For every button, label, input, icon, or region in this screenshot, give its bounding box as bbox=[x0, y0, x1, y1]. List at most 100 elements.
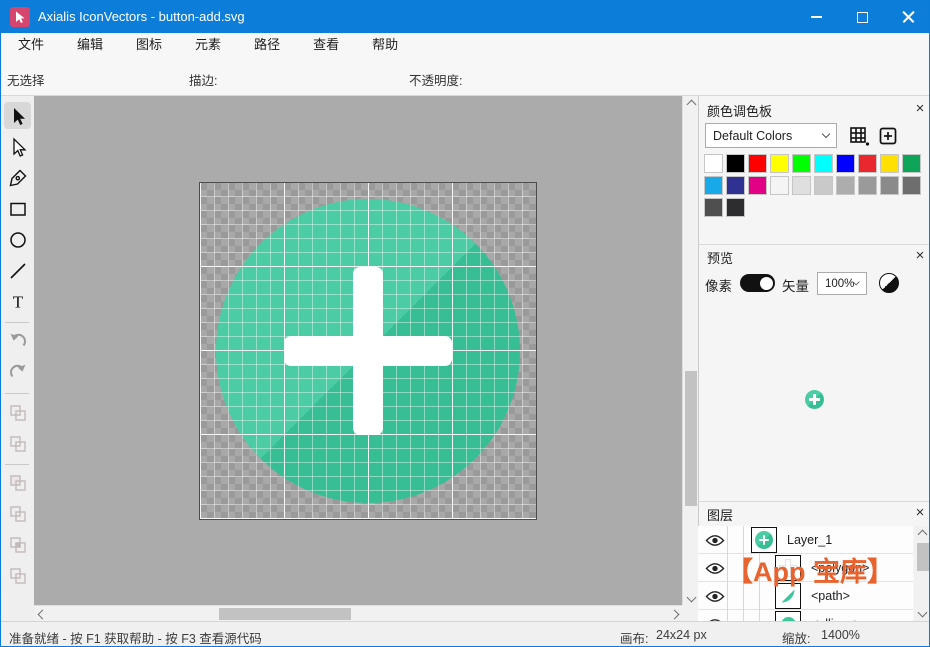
palette-grid-button[interactable] bbox=[848, 125, 870, 150]
scroll-up-icon[interactable] bbox=[683, 96, 699, 112]
direct-select-tool-button[interactable] bbox=[4, 133, 31, 160]
menu-file[interactable]: 文件 bbox=[1, 33, 60, 57]
intersect-icon bbox=[8, 535, 28, 555]
union-icon bbox=[8, 473, 28, 493]
color-swatch[interactable] bbox=[902, 176, 921, 195]
preview-zoom-dropdown[interactable]: 100% bbox=[817, 272, 867, 295]
path-thumb-icon bbox=[780, 588, 796, 604]
ellipse-tool-button[interactable] bbox=[4, 226, 31, 253]
color-swatch[interactable] bbox=[726, 176, 745, 195]
layer-row-path[interactable]: <path> bbox=[698, 582, 913, 610]
palette-close-icon[interactable]: × bbox=[912, 101, 928, 117]
app-window: Axialis IconVectors - button-add.svg 文件 … bbox=[0, 0, 930, 647]
layer-name[interactable]: <path> bbox=[811, 589, 850, 603]
maximize-button[interactable] bbox=[839, 1, 885, 33]
color-swatch[interactable] bbox=[770, 176, 789, 195]
icon-plus-vertical[interactable] bbox=[353, 267, 383, 435]
color-swatch[interactable] bbox=[792, 154, 811, 173]
menu-path[interactable]: 路径 bbox=[237, 33, 296, 57]
visibility-eye-icon[interactable] bbox=[705, 590, 725, 603]
pixel-mode-label[interactable]: 像素 bbox=[705, 275, 732, 295]
visibility-eye-icon[interactable] bbox=[705, 562, 725, 575]
undo-button[interactable] bbox=[4, 327, 31, 354]
color-swatch[interactable] bbox=[748, 176, 767, 195]
layers-close-icon[interactable]: × bbox=[912, 505, 928, 521]
color-swatch[interactable] bbox=[858, 154, 877, 173]
color-swatch[interactable] bbox=[836, 176, 855, 195]
color-swatch[interactable] bbox=[792, 176, 811, 195]
horizontal-scroll-thumb[interactable] bbox=[219, 608, 351, 620]
pen-tool-button[interactable] bbox=[4, 164, 31, 191]
menu-edit[interactable]: 编辑 bbox=[60, 33, 119, 57]
boolean-intersect-button[interactable] bbox=[4, 531, 31, 558]
scroll-left-icon[interactable] bbox=[34, 606, 50, 622]
menu-element[interactable]: 元素 bbox=[178, 33, 237, 57]
menu-help[interactable]: 帮助 bbox=[355, 33, 414, 57]
preview-panel-title: 预览 bbox=[707, 248, 733, 267]
toolbar: 无选择 描边: 1.00 不透明度: 100 </> bbox=[1, 57, 929, 96]
order-forward-button[interactable] bbox=[4, 399, 31, 426]
close-button[interactable] bbox=[885, 1, 930, 33]
canvas-horizontal-scrollbar[interactable] bbox=[34, 605, 682, 621]
tree-guide-line bbox=[743, 582, 744, 610]
order-backward-button[interactable] bbox=[4, 430, 31, 457]
color-swatch[interactable] bbox=[748, 154, 767, 173]
canvas-area[interactable] bbox=[34, 96, 682, 605]
minimize-button[interactable] bbox=[793, 1, 839, 33]
status-ready-text: 准备就绪 - 按 F1 获取帮助 - 按 F3 查看源代码 bbox=[9, 628, 262, 647]
text-tool-button[interactable]: T bbox=[4, 288, 31, 315]
menu-icon[interactable]: 图标 bbox=[119, 33, 178, 57]
pixel-vector-toggle[interactable] bbox=[740, 274, 775, 292]
scroll-up-icon[interactable] bbox=[914, 526, 930, 542]
color-swatch[interactable] bbox=[704, 154, 723, 173]
vertical-scroll-thumb[interactable] bbox=[685, 371, 697, 506]
boolean-exclude-button[interactable] bbox=[4, 562, 31, 589]
scroll-down-icon[interactable] bbox=[683, 589, 699, 605]
color-swatch[interactable] bbox=[836, 154, 855, 173]
color-swatch[interactable] bbox=[858, 176, 877, 195]
section-divider bbox=[698, 501, 930, 502]
layer-row-polygon[interactable]: <polygon> bbox=[698, 554, 913, 582]
preview-background-toggle[interactable] bbox=[879, 273, 899, 293]
layer-thumbnail[interactable] bbox=[775, 555, 801, 581]
artboard[interactable] bbox=[200, 183, 536, 519]
color-swatch[interactable] bbox=[880, 154, 899, 173]
color-swatch[interactable] bbox=[770, 154, 789, 173]
color-swatch[interactable] bbox=[726, 154, 745, 173]
layer-name[interactable]: <polygon> bbox=[811, 561, 869, 575]
select-arrow-icon bbox=[8, 106, 28, 126]
boolean-subtract-button[interactable] bbox=[4, 500, 31, 527]
color-swatch[interactable] bbox=[704, 198, 723, 217]
redo-button[interactable] bbox=[4, 358, 31, 385]
color-swatch[interactable] bbox=[726, 198, 745, 217]
window-title: Axialis IconVectors - button-add.svg bbox=[38, 9, 245, 24]
color-swatch[interactable] bbox=[902, 154, 921, 173]
boolean-union-button[interactable] bbox=[4, 469, 31, 496]
line-icon bbox=[8, 261, 28, 281]
color-swatch[interactable] bbox=[814, 176, 833, 195]
layer-thumbnail[interactable] bbox=[775, 611, 801, 621]
layers-scrollbar[interactable] bbox=[914, 526, 930, 621]
line-tool-button[interactable] bbox=[4, 257, 31, 284]
color-swatch[interactable] bbox=[880, 176, 899, 195]
color-swatch[interactable] bbox=[704, 176, 723, 195]
vector-mode-label[interactable]: 矢量 bbox=[782, 275, 809, 295]
zoom-value: 1400% bbox=[821, 628, 860, 642]
palette-add-button[interactable] bbox=[877, 125, 899, 150]
layers-scroll-thumb[interactable] bbox=[917, 543, 929, 571]
layer-name[interactable]: Layer_1 bbox=[787, 533, 832, 547]
select-tool-button[interactable] bbox=[4, 102, 31, 129]
layer-row-ellipse[interactable]: <ellipse> bbox=[698, 610, 913, 621]
layer-thumbnail[interactable] bbox=[775, 583, 801, 609]
layer-row-layer1[interactable]: Layer_1 bbox=[698, 526, 913, 554]
canvas-vertical-scrollbar[interactable] bbox=[682, 96, 698, 605]
scroll-down-icon[interactable] bbox=[914, 604, 930, 620]
color-swatch[interactable] bbox=[814, 154, 833, 173]
rectangle-tool-button[interactable] bbox=[4, 195, 31, 222]
preview-close-icon[interactable]: × bbox=[912, 248, 928, 264]
layer-thumbnail[interactable] bbox=[751, 527, 777, 553]
visibility-eye-icon[interactable] bbox=[705, 534, 725, 547]
menu-view[interactable]: 查看 bbox=[296, 33, 355, 57]
scroll-right-icon[interactable] bbox=[666, 606, 682, 622]
palette-preset-dropdown[interactable]: Default Colors bbox=[705, 123, 837, 148]
